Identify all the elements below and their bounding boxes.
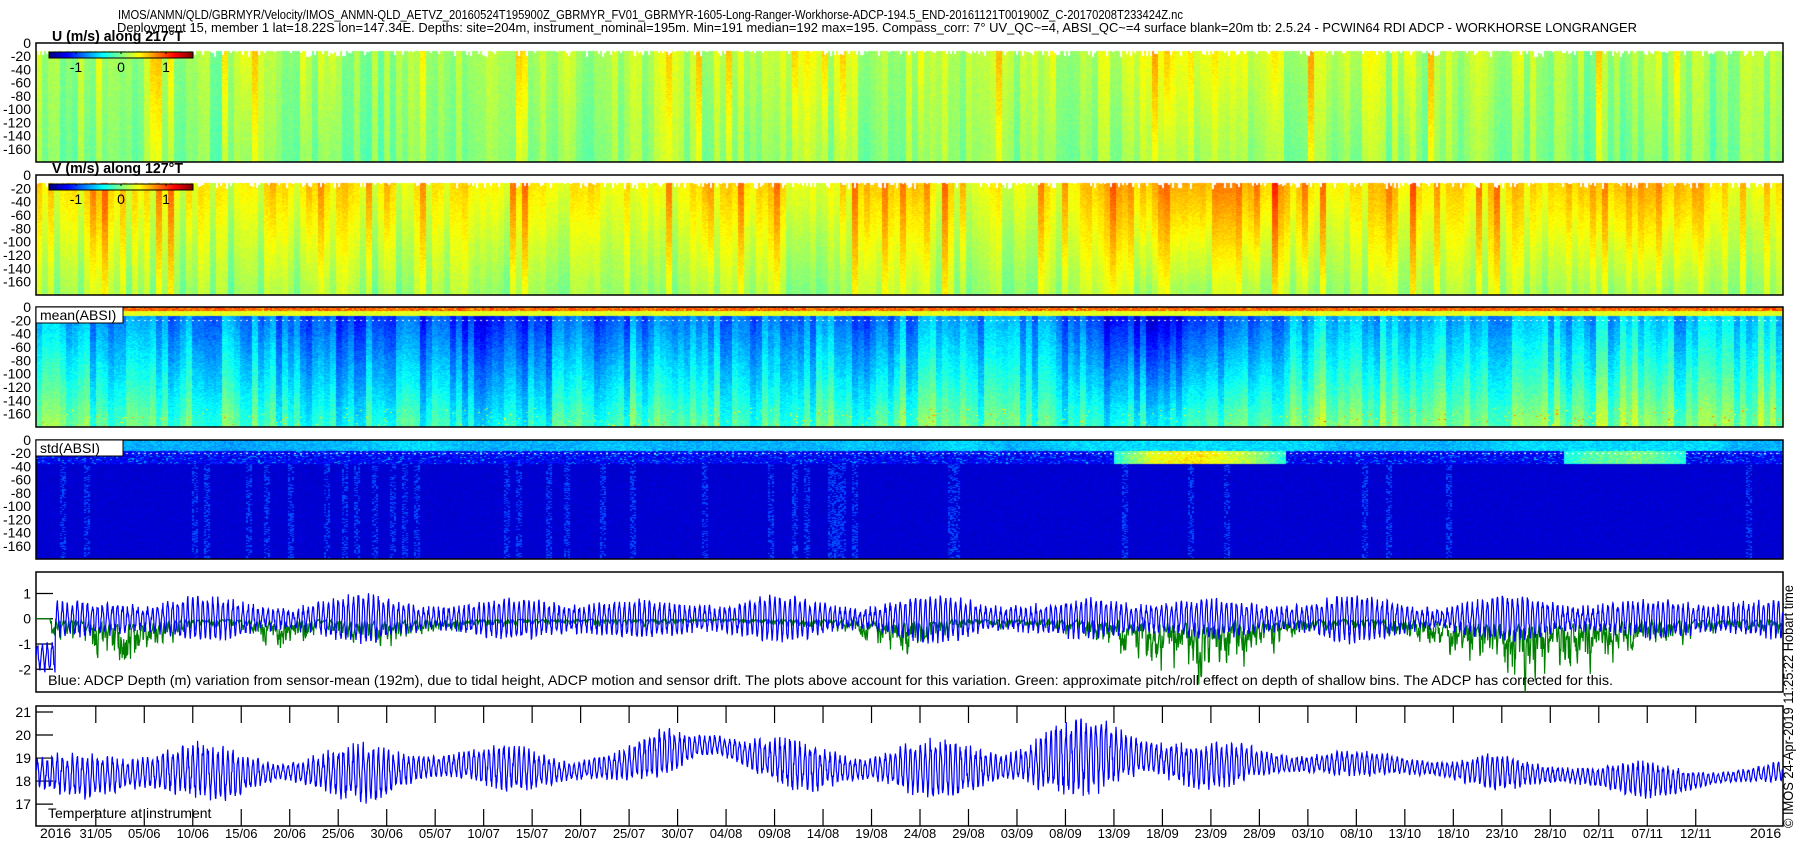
panel-frame-mean bbox=[35, 306, 1784, 428]
x-tick-label: 18/10 bbox=[1437, 826, 1470, 841]
x-tick-label: 24/08 bbox=[904, 826, 937, 841]
year-label-left: 2016 bbox=[40, 825, 71, 841]
x-tick-label: 15/07 bbox=[516, 826, 549, 841]
x-tick-label: 20/07 bbox=[564, 826, 597, 841]
x-tick-label: 25/07 bbox=[613, 826, 646, 841]
x-tick-label: 13/10 bbox=[1389, 826, 1422, 841]
temperature-plot bbox=[36, 718, 1783, 804]
y-tick-label: 20 bbox=[15, 727, 31, 743]
x-tick-label: 30/07 bbox=[661, 826, 694, 841]
y-axis-ticks: 0-20-40-60-80-100-120-140-1600-20-40-60-… bbox=[3, 35, 53, 812]
x-tick-label: 31/05 bbox=[80, 826, 113, 841]
y-tick-label: 21 bbox=[15, 704, 31, 720]
x-tick-label: 10/07 bbox=[467, 826, 500, 841]
y-tick-label: -2 bbox=[19, 661, 32, 677]
y-tick-label: 18 bbox=[15, 773, 31, 789]
x-tick-label: 03/10 bbox=[1292, 826, 1325, 841]
temperature-series-line bbox=[36, 718, 1783, 804]
x-tick-label: 05/06 bbox=[128, 826, 161, 841]
y-tick-label: 0 bbox=[23, 611, 31, 627]
colorbar-tick-label: -1 bbox=[70, 191, 83, 207]
x-tick-label: 28/09 bbox=[1243, 826, 1276, 841]
y-tick-label: -160 bbox=[3, 406, 31, 422]
x-tick-label: 12/11 bbox=[1680, 826, 1712, 841]
panel-frame-std bbox=[35, 439, 1784, 560]
y-tick-label: 1 bbox=[23, 585, 31, 601]
y-tick-label: -160 bbox=[3, 141, 31, 157]
x-tick-label: 13/09 bbox=[1098, 826, 1131, 841]
x-tick-label: 08/10 bbox=[1340, 826, 1373, 841]
credit-timestamp: © IMOS 24-Apr-2019 11:25:22 Hobart time bbox=[1780, 585, 1796, 828]
x-tick-label: 05/07 bbox=[419, 826, 452, 841]
x-tick-label: 15/06 bbox=[225, 826, 258, 841]
colorbar-tick-label: 1 bbox=[162, 59, 170, 75]
panel-frame-v bbox=[35, 174, 1784, 296]
std-panel-label: std(ABSI) bbox=[40, 440, 100, 456]
y-tick-label: 17 bbox=[15, 796, 31, 812]
x-tick-label: 02/11 bbox=[1583, 826, 1615, 841]
y-tick-label: -160 bbox=[3, 274, 31, 290]
v-colorbar: -1 0 1 bbox=[48, 183, 194, 207]
x-tick-label: 28/10 bbox=[1534, 826, 1567, 841]
year-label-right: 2016 bbox=[1750, 825, 1781, 841]
x-tick-label: 19/08 bbox=[855, 826, 888, 841]
x-tick-label: 29/08 bbox=[952, 826, 985, 841]
colorbar-tick-label: 0 bbox=[117, 59, 125, 75]
temperature-annotation: Temperature at instrument bbox=[48, 805, 212, 821]
x-tick-label: 07/11 bbox=[1631, 826, 1663, 841]
y-tick-label: 19 bbox=[15, 750, 31, 766]
colorbar-tick-label: 1 bbox=[162, 191, 170, 207]
x-tick-label: 18/09 bbox=[1146, 826, 1179, 841]
panel-frame-u bbox=[35, 42, 1784, 163]
v-panel-label: V (m/s) along 127°T bbox=[52, 160, 183, 177]
u-panel-label: U (m/s) along 217°T bbox=[52, 28, 183, 45]
x-tick-label: 23/09 bbox=[1195, 826, 1228, 841]
x-tick-label: 08/09 bbox=[1049, 826, 1082, 841]
x-tick-label: 30/06 bbox=[370, 826, 403, 841]
x-tick-label: 03/09 bbox=[1001, 826, 1034, 841]
colorbar-tick-label: -1 bbox=[70, 59, 83, 75]
x-tick-label: 23/10 bbox=[1486, 826, 1519, 841]
title-line-2: Deployment 15, member 1 lat=18.22S lon=1… bbox=[117, 20, 1637, 35]
x-tick-label: 09/08 bbox=[758, 826, 791, 841]
u-colorbar: -1 0 1 bbox=[48, 51, 194, 75]
x-tick-label: 14/08 bbox=[807, 826, 840, 841]
panel-frames bbox=[35, 42, 1784, 827]
y-tick-label: -160 bbox=[3, 538, 31, 554]
y-tick-label: -1 bbox=[19, 636, 32, 652]
x-tick-label: 20/06 bbox=[273, 826, 306, 841]
x-tick-label: 04/08 bbox=[710, 826, 743, 841]
figure: IMOS/ANMN/QLD/GBRMYR/Velocity/IMOS_ANMN-… bbox=[0, 0, 1800, 850]
mean-panel-label: mean(ABSI) bbox=[40, 307, 116, 323]
depth-annotation: Blue: ADCP Depth (m) variation from sens… bbox=[48, 672, 1613, 688]
x-tick-label: 25/06 bbox=[322, 826, 355, 841]
x-tick-label: 10/06 bbox=[176, 826, 209, 841]
colorbar-tick-label: 0 bbox=[117, 191, 125, 207]
plot-overlay: IMOS/ANMN/QLD/GBRMYR/Velocity/IMOS_ANMN-… bbox=[3, 7, 1796, 841]
